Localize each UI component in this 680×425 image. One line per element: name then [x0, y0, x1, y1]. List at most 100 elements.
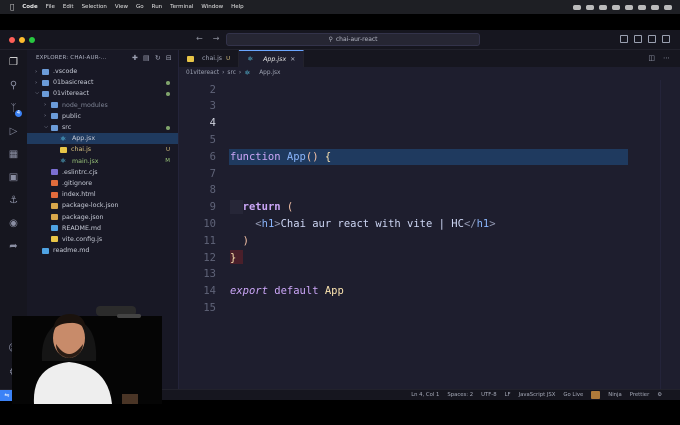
cursor-position[interactable]: Ln 4, Col 1 [411, 392, 439, 398]
tree-item[interactable]: .gitignore [27, 178, 178, 189]
status-icon[interactable] [586, 4, 594, 10]
back-arrow-icon[interactable]: ← [196, 34, 203, 43]
extension-status-icon[interactable] [591, 391, 601, 399]
line-number: 4 [209, 117, 216, 130]
tab-chai-js[interactable]: chai.js U [179, 50, 240, 67]
code-line[interactable]: 7 [179, 165, 659, 182]
tree-item[interactable]: › 01basicreact [27, 77, 178, 88]
split-editor-icon[interactable]: ◫ [648, 54, 655, 62]
encoding[interactable]: UTF-8 [481, 392, 496, 398]
close-tab-icon[interactable]: ✕ [290, 56, 295, 63]
language-mode[interactable]: JavaScript JSX [519, 392, 556, 398]
tree-item[interactable]: index.html [27, 189, 178, 200]
git-file-icon [51, 180, 58, 187]
extensions-icon[interactable]: ▦ [7, 148, 20, 161]
menu-edit[interactable]: Edit [63, 4, 74, 10]
breadcrumb-item[interactable]: 01vitereact [186, 70, 219, 76]
code-line[interactable]: 13 [179, 266, 659, 283]
command-center-search[interactable]: ⚲ chai-aur-react [226, 33, 480, 46]
remote-explorer-icon[interactable]: ▣ [7, 171, 20, 184]
forward-arrow-icon[interactable]: → [213, 34, 220, 43]
line-ending[interactable]: LF [505, 392, 511, 398]
status-icon[interactable] [612, 4, 620, 10]
minimize-window-button[interactable] [19, 37, 25, 43]
toggle-sidebar-icon[interactable] [620, 35, 628, 43]
line-number: 2 [209, 83, 216, 96]
status-icon[interactable] [651, 4, 659, 10]
tree-item[interactable]: › .vscode [27, 66, 178, 77]
menu-help[interactable]: Help [231, 4, 244, 10]
code-line[interactable]: 4 [179, 115, 659, 132]
tree-item[interactable]: › node_modules [27, 100, 178, 111]
prettier-status[interactable]: Prettier [630, 392, 649, 398]
line-number: 12 [203, 251, 216, 264]
editor-scrollbar[interactable] [660, 80, 670, 390]
live-share-icon[interactable]: ➦ [7, 240, 20, 253]
indentation[interactable]: Spaces: 2 [447, 392, 473, 398]
code-line[interactable]: 8 [179, 182, 659, 199]
menu-run[interactable]: Run [152, 4, 163, 10]
tree-item[interactable]: › public [27, 111, 178, 122]
tree-item[interactable]: chai.js U [27, 144, 178, 155]
new-file-icon[interactable]: ✚ [132, 54, 138, 62]
code-line[interactable]: 12} [179, 249, 659, 266]
menu-go[interactable]: Go [136, 4, 144, 10]
code-line[interactable]: 15 [179, 299, 659, 316]
menu-window[interactable]: Window [201, 4, 223, 10]
code-editor[interactable]: 2 3 4 5 6 function App() {7 8 9 return (10 <h1>… [179, 80, 670, 390]
status-icon[interactable] [573, 4, 581, 10]
menu-terminal[interactable]: Terminal [170, 4, 193, 10]
breadcrumb-item[interactable]: src [227, 70, 235, 76]
zoom-window-button[interactable] [29, 37, 35, 43]
menu-selection[interactable]: Selection [82, 4, 107, 10]
code-line[interactable]: 2 [179, 81, 659, 98]
code-line[interactable]: 11 ) [179, 232, 659, 249]
new-folder-icon[interactable]: ▤ [143, 54, 150, 62]
menu-file[interactable]: File [46, 4, 55, 10]
tree-item[interactable]: ⚛ App.jsx [27, 133, 178, 145]
code-line[interactable]: 14 export default App [179, 283, 659, 300]
tree-item[interactable]: package-lock.json [27, 200, 178, 211]
refresh-icon[interactable]: ↻ [155, 54, 161, 62]
code-line[interactable]: 10 <h1>Chai aur react with vite | HC</h1… [179, 215, 659, 232]
tab-untracked-flag: U [226, 55, 231, 62]
tree-item-label: node_modules [62, 101, 108, 109]
tree-item[interactable]: ⌵ src [27, 122, 178, 133]
more-actions-icon[interactable]: ⋯ [663, 54, 670, 62]
ninja-status[interactable]: Ninja [608, 392, 622, 398]
folder-file-icon [42, 90, 49, 97]
status-icon[interactable] [664, 4, 672, 10]
tree-item[interactable]: readme.md [27, 245, 178, 256]
run-debug-icon[interactable]: ▷ [7, 125, 20, 138]
code-line[interactable]: 3 [179, 98, 659, 115]
tree-item[interactable]: ⚛ main.jsx M [27, 156, 178, 167]
status-icon[interactable] [599, 4, 607, 10]
docker-icon[interactable]: ⚓ [7, 194, 20, 207]
search-icon[interactable]: ⚲ [7, 79, 20, 92]
breadcrumb-item[interactable]: App.jsx [259, 70, 280, 76]
tree-item[interactable]: vite.config.js [27, 234, 178, 245]
tree-item[interactable]: .eslintrc.cjs [27, 167, 178, 178]
status-icon[interactable] [638, 4, 646, 10]
customize-layout-icon[interactable] [662, 35, 670, 43]
toggle-secondary-sidebar-icon[interactable] [648, 35, 656, 43]
tree-item[interactable]: ⌵ 01vitereact [27, 88, 178, 99]
toggle-panel-icon[interactable] [634, 35, 642, 43]
code-line[interactable]: 9 return ( [179, 199, 659, 216]
code-line[interactable]: 5 [179, 131, 659, 148]
menu-view[interactable]: View [115, 4, 128, 10]
tree-item[interactable]: package.json [27, 211, 178, 222]
github-icon[interactable]: ◉ [7, 217, 20, 230]
notifications-bell-icon[interactable]: ⚙ [657, 392, 662, 398]
tab-app-jsx[interactable]: ⚛ App.jsx ✕ [239, 50, 305, 67]
menu-app-name[interactable]: Code [22, 4, 37, 10]
go-live-button[interactable]: Go Live [563, 392, 583, 398]
folder-file-icon [42, 68, 49, 75]
apple-icon[interactable]:  [10, 3, 14, 11]
tree-item[interactable]: README.md [27, 223, 178, 234]
explorer-icon[interactable]: ❐ [7, 56, 20, 69]
close-window-button[interactable] [9, 37, 15, 43]
code-line[interactable]: 6 function App() { [179, 148, 659, 165]
collapse-all-icon[interactable]: ⊟ [166, 54, 172, 62]
status-icon[interactable] [625, 4, 633, 10]
